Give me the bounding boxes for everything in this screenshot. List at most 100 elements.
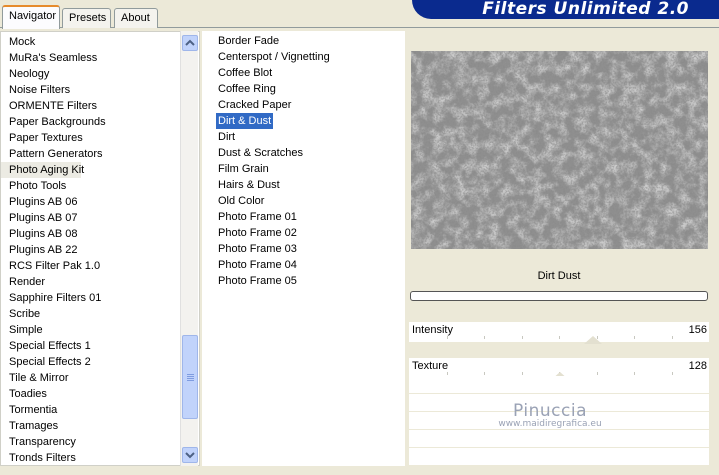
slider-tick — [672, 336, 673, 339]
filter-item-label: Hairs & Dust — [218, 179, 280, 191]
slider-tick — [484, 336, 485, 339]
category-item[interactable]: Tormentia — [1, 402, 181, 418]
category-item[interactable]: Special Effects 2 — [1, 354, 181, 370]
category-item[interactable]: Neology — [1, 66, 181, 82]
watermark-url: www.maidiregrafica.eu — [498, 419, 602, 429]
scroll-down-button[interactable] — [182, 447, 198, 463]
filter-item[interactable]: Photo Frame 05 — [202, 273, 405, 289]
category-scrollbar[interactable] — [180, 31, 198, 466]
filter-item[interactable]: Dirt & Dust — [202, 113, 405, 129]
grip-line — [187, 376, 194, 377]
slider-tick — [634, 336, 635, 339]
app-title: Filters Unlimited 2.0 — [482, 0, 689, 19]
tab-about[interactable]: About — [114, 8, 158, 28]
filter-list[interactable]: Border Fade Centerspot / Vignetting Coffee… — [202, 31, 405, 466]
filter-item[interactable]: Dirt — [202, 129, 405, 145]
filter-item[interactable]: Film Grain — [202, 161, 405, 177]
category-item[interactable]: Pattern Generators — [1, 146, 181, 162]
filter-preview-name: Dirt Dust — [537, 270, 581, 282]
filter-item-label: Border Fade — [218, 35, 280, 47]
param-texture[interactable]: Texture 128 — [409, 358, 709, 380]
tab-navigator[interactable]: Navigator — [2, 5, 60, 29]
category-item[interactable]: Scribe — [1, 306, 181, 322]
filter-item[interactable]: Photo Frame 03 — [202, 241, 405, 257]
filter-item[interactable]: Coffee Blot — [202, 65, 405, 81]
scroll-thumb[interactable] — [182, 335, 198, 419]
param-name: Intensity — [412, 324, 453, 336]
category-item[interactable]: Sapphire Filters 01 — [1, 290, 181, 306]
watermark-name: Pinuccia — [513, 401, 587, 421]
category-item[interactable]: Tile & Mirror — [1, 370, 181, 386]
slider-tick — [522, 372, 523, 375]
scroll-up-button[interactable] — [182, 35, 198, 51]
filter-item-label: Photo Frame 04 — [218, 259, 297, 271]
slider-tick — [672, 372, 673, 375]
category-item[interactable]: Photo Tools — [1, 178, 181, 194]
preview-image — [411, 51, 708, 249]
filter-item[interactable]: Dust & Scratches — [202, 145, 405, 161]
chevron-up-icon — [185, 39, 195, 46]
param-intensity[interactable]: Intensity 156 — [409, 322, 709, 344]
param-name: Texture — [412, 360, 449, 372]
slider-tick — [634, 372, 635, 375]
filter-item[interactable]: Border Fade — [202, 33, 405, 49]
filter-item-label: Film Grain — [218, 163, 269, 175]
filter-item-label: Dirt — [218, 131, 236, 143]
param-value: 128 — [688, 360, 707, 372]
filter-item[interactable]: Old Color — [202, 193, 405, 209]
category-item[interactable]: Tramages — [1, 418, 181, 434]
filter-item[interactable]: Centerspot / Vignetting — [202, 49, 405, 65]
category-item[interactable]: Plugins AB 22 — [1, 242, 181, 258]
filter-item-label: Cracked Paper — [218, 99, 292, 111]
category-item[interactable]: ORMENTE Filters — [1, 98, 181, 114]
slider-tick — [447, 372, 448, 375]
category-list[interactable]: Mock MuRa's Seamless Neology Noise Filters O… — [0, 31, 200, 466]
category-list-items: Mock MuRa's Seamless Neology Noise Filters O… — [1, 34, 181, 465]
slider-tick — [522, 336, 523, 339]
grip-line — [187, 378, 194, 379]
filter-item[interactable]: Photo Frame 02 — [202, 225, 405, 241]
filter-item-label: Photo Frame 02 — [218, 227, 297, 239]
category-item[interactable]: Transparency — [1, 434, 181, 450]
grip-line — [187, 380, 194, 381]
slider-tick — [597, 372, 598, 375]
filter-item[interactable]: Hairs & Dust — [202, 177, 405, 193]
category-item[interactable]: Noise Filters — [1, 82, 181, 98]
category-item[interactable]: Toadies — [1, 386, 181, 402]
category-item[interactable]: RCS Filter Pak 1.0 — [1, 258, 181, 274]
category-item[interactable]: Mock — [1, 34, 181, 50]
filter-item-label: Photo Frame 03 — [218, 243, 297, 255]
category-item[interactable]: Special Effects 1 — [1, 338, 181, 354]
slider-tick — [447, 336, 448, 339]
watermark: Pinuccia www.maidiregrafica.eu — [450, 401, 650, 429]
filter-item-label: Dirt & Dust — [216, 113, 274, 129]
category-item[interactable]: Photo Aging Kit — [1, 162, 84, 178]
filter-item-label: Photo Frame 05 — [218, 275, 297, 287]
dirt-texture-image — [411, 51, 708, 249]
filter-item[interactable]: Photo Frame 04 — [202, 257, 405, 273]
category-item[interactable]: Paper Textures — [1, 130, 181, 146]
filter-item-label: Photo Frame 01 — [218, 211, 297, 223]
slider-tick — [484, 372, 485, 375]
category-item[interactable]: Plugins AB 07 — [1, 210, 181, 226]
filter-item-label: Dust & Scratches — [218, 147, 303, 159]
filter-item[interactable]: Cracked Paper — [202, 97, 405, 113]
category-item[interactable]: Plugins AB 06 — [1, 194, 181, 210]
chevron-down-icon — [185, 452, 195, 459]
intensity-slider[interactable] — [409, 336, 709, 344]
filter-item[interactable]: Photo Frame 01 — [202, 209, 405, 225]
category-item[interactable]: MuRa's Seamless — [1, 50, 181, 66]
grip-line — [187, 374, 194, 375]
filter-item-label: Old Color — [218, 195, 265, 207]
category-item[interactable]: Render — [1, 274, 181, 290]
filter-item[interactable]: Coffee Ring — [202, 81, 405, 97]
filter-item-label: Coffee Blot — [218, 67, 273, 79]
category-item[interactable]: Paper Backgrounds — [1, 114, 181, 130]
category-item[interactable]: Tronds Filters — [1, 450, 181, 465]
category-item[interactable]: Plugins AB 08 — [1, 226, 181, 242]
slider-thumb[interactable] — [584, 336, 602, 344]
param-value: 156 — [688, 324, 707, 336]
category-item[interactable]: Simple — [1, 322, 181, 338]
logo-banner: Filters Unlimited 2.0 — [412, 0, 719, 19]
tab-presets[interactable]: Presets — [62, 8, 111, 28]
